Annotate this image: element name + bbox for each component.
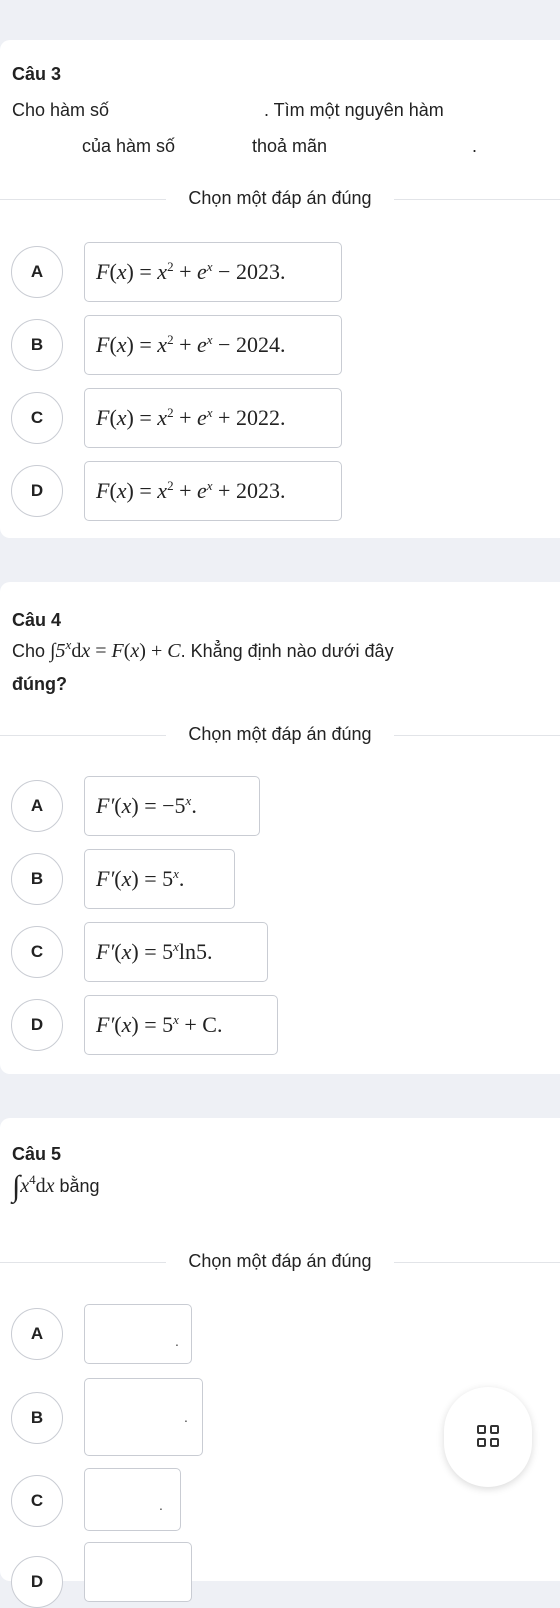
option-a-answer[interactable]: F′(x) = −5x. bbox=[84, 776, 260, 836]
answer-content: . bbox=[159, 1497, 163, 1513]
formula: F′(x) = 5xln5. bbox=[96, 939, 213, 964]
formula: F′(x) = 5x + C. bbox=[96, 1012, 223, 1037]
question-text-part: thoả mãn bbox=[252, 136, 328, 156]
question-text-line1: Cho hàm số . Tìm một nguyên hàm bbox=[12, 100, 552, 121]
option-d-answer[interactable] bbox=[84, 1542, 192, 1602]
formula: F(x) = x2 + ex − 2024. bbox=[96, 332, 286, 357]
question-title: Câu 4 bbox=[12, 610, 62, 630]
option-b-radio[interactable]: B bbox=[11, 853, 63, 905]
formula: F(x) = x2 + ex + 2023. bbox=[96, 478, 286, 503]
option-b-radio[interactable]: B bbox=[11, 319, 63, 371]
integral-formula: ∫5xdx = F(x) + C bbox=[50, 637, 181, 662]
answer-content: . bbox=[175, 1333, 179, 1349]
question-text-part: . bbox=[472, 136, 478, 156]
formula: F′(x) = −5x. bbox=[96, 793, 197, 818]
choose-answer-label: Chọn một đáp án đúng bbox=[0, 724, 560, 745]
option-b-answer[interactable]: F′(x) = 5x. bbox=[84, 849, 235, 909]
option-a-answer[interactable]: . bbox=[84, 1304, 192, 1364]
grid-icon bbox=[477, 1425, 501, 1449]
option-d-answer[interactable]: F′(x) = 5x + C. bbox=[84, 995, 278, 1055]
option-c-answer[interactable]: F(x) = x2 + ex + 2022. bbox=[84, 388, 342, 448]
option-d-radio[interactable]: D bbox=[11, 999, 63, 1051]
option-a-answer[interactable]: F(x) = x2 + ex − 2023. bbox=[84, 242, 342, 302]
question-text-line1: Cho ∫5xdx = F(x) + C. Khẳng định nào dướ… bbox=[12, 637, 394, 663]
option-d-radio[interactable]: D bbox=[11, 465, 63, 517]
question-text-part: Cho hàm số bbox=[12, 100, 110, 120]
option-c-answer[interactable]: . bbox=[84, 1468, 181, 1531]
option-a-radio[interactable]: A bbox=[11, 780, 63, 832]
question-title: Câu 3 bbox=[12, 64, 62, 84]
option-c-radio[interactable]: C bbox=[11, 1475, 63, 1527]
question-4-card: Câu 4 Cho ∫5xdx = F(x) + C. Khẳng định n… bbox=[0, 582, 560, 1074]
question-text-part: của hàm số bbox=[82, 136, 176, 156]
question-text-part: . Tìm một nguyên hàm bbox=[264, 100, 444, 120]
question-text-line1: ∫x4dx bằng bbox=[12, 1170, 100, 1204]
question-navigator-button[interactable] bbox=[444, 1387, 532, 1487]
question-text-part: bằng bbox=[59, 1176, 100, 1196]
option-b-answer[interactable]: F(x) = x2 + ex − 2024. bbox=[84, 315, 342, 375]
option-c-radio[interactable]: C bbox=[11, 926, 63, 978]
option-d-radio[interactable]: D bbox=[11, 1556, 63, 1608]
choose-answer-label: Chọn một đáp án đúng bbox=[0, 1251, 560, 1272]
formula: F(x) = x2 + ex − 2023. bbox=[96, 259, 286, 284]
integral-formula: ∫x4dx bbox=[12, 1170, 55, 1203]
option-b-radio[interactable]: B bbox=[11, 1392, 63, 1444]
question-text-part: . Khẳng định nào dưới đây bbox=[180, 641, 394, 661]
option-a-radio[interactable]: A bbox=[11, 246, 63, 298]
option-a-radio[interactable]: A bbox=[11, 1308, 63, 1360]
question-title: Câu 5 bbox=[12, 1144, 62, 1164]
formula: F(x) = x2 + ex + 2022. bbox=[96, 405, 286, 430]
formula: F′(x) = 5x. bbox=[96, 866, 185, 891]
option-d-answer[interactable]: F(x) = x2 + ex + 2023. bbox=[84, 461, 342, 521]
question-text-part: Cho bbox=[12, 641, 46, 661]
option-c-answer[interactable]: F′(x) = 5xln5. bbox=[84, 922, 268, 982]
choose-answer-label: Chọn một đáp án đúng bbox=[0, 188, 560, 209]
question-5-card: Câu 5 ∫x4dx bằng Chọn một đáp án đúng A … bbox=[0, 1118, 560, 1608]
answer-content: . bbox=[184, 1409, 188, 1425]
question-3-card: Câu 3 Cho hàm số . Tìm một nguyên hàm củ… bbox=[0, 40, 560, 538]
option-c-radio[interactable]: C bbox=[11, 392, 63, 444]
option-b-answer[interactable]: . bbox=[84, 1378, 203, 1456]
question-text-line2: đúng? bbox=[12, 674, 67, 694]
